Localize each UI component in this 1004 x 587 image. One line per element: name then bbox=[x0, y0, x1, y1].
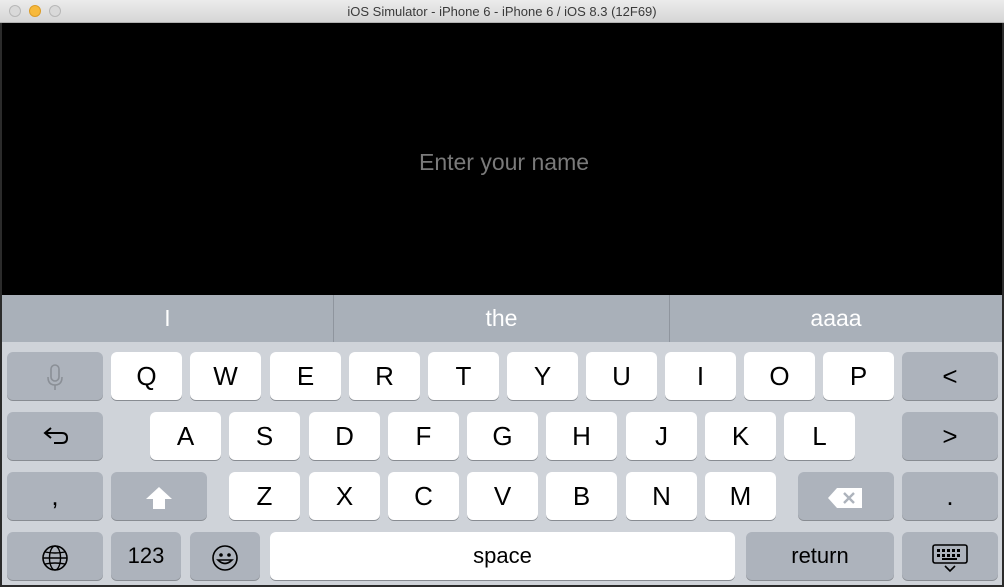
numbers-key[interactable]: 123 bbox=[111, 532, 181, 580]
key-n[interactable]: N bbox=[626, 472, 697, 520]
delete-icon bbox=[828, 488, 862, 509]
emoji-icon bbox=[212, 545, 238, 571]
key-c[interactable]: C bbox=[388, 472, 459, 520]
comma-key[interactable]: , bbox=[7, 472, 103, 520]
suggestion-2[interactable]: the bbox=[334, 295, 670, 342]
key-o[interactable]: O bbox=[744, 352, 815, 400]
delete-key[interactable] bbox=[798, 472, 894, 520]
key-u[interactable]: U bbox=[586, 352, 657, 400]
keyboard-dismiss-icon bbox=[932, 544, 968, 573]
key-j[interactable]: J bbox=[626, 412, 697, 460]
key-y[interactable]: Y bbox=[507, 352, 578, 400]
key-h[interactable]: H bbox=[546, 412, 617, 460]
suggestion-bar: I the aaaa bbox=[2, 295, 1002, 342]
key-p[interactable]: P bbox=[823, 352, 894, 400]
key-l[interactable]: L bbox=[784, 412, 855, 460]
microphone-icon bbox=[47, 364, 63, 391]
key-q[interactable]: Q bbox=[111, 352, 182, 400]
space-key[interactable]: space bbox=[270, 532, 735, 580]
key-x[interactable]: X bbox=[309, 472, 380, 520]
globe-key[interactable] bbox=[7, 532, 103, 580]
emoji-key[interactable] bbox=[190, 532, 260, 580]
key-i[interactable]: I bbox=[665, 352, 736, 400]
name-text-field[interactable] bbox=[2, 148, 1004, 177]
key-r[interactable]: R bbox=[349, 352, 420, 400]
key-z[interactable]: Z bbox=[229, 472, 300, 520]
key-w[interactable]: W bbox=[190, 352, 261, 400]
window-title: iOS Simulator - iPhone 6 - iPhone 6 / iO… bbox=[347, 4, 657, 19]
title-bar: iOS Simulator - iPhone 6 - iPhone 6 / iO… bbox=[0, 0, 1004, 23]
key-s[interactable]: S bbox=[229, 412, 300, 460]
globe-icon bbox=[42, 545, 68, 571]
key-t[interactable]: T bbox=[428, 352, 499, 400]
dictation-key[interactable] bbox=[7, 352, 103, 400]
key-k[interactable]: K bbox=[705, 412, 776, 460]
suggestion-3[interactable]: aaaa bbox=[670, 295, 1002, 342]
simulator-window: iOS Simulator - iPhone 6 - iPhone 6 / iO… bbox=[0, 0, 1004, 587]
return-key[interactable]: return bbox=[746, 532, 894, 580]
key-v[interactable]: V bbox=[467, 472, 538, 520]
cursor-left-key[interactable]: < bbox=[902, 352, 998, 400]
undo-icon bbox=[43, 427, 69, 445]
key-e[interactable]: E bbox=[270, 352, 341, 400]
suggestion-1[interactable]: I bbox=[2, 295, 334, 342]
key-m[interactable]: M bbox=[705, 472, 776, 520]
ios-keyboard: I the aaaa Q W E R T Y U I O P < A S D F… bbox=[2, 295, 1002, 585]
key-d[interactable]: D bbox=[309, 412, 380, 460]
shift-key[interactable] bbox=[111, 472, 207, 520]
key-b[interactable]: B bbox=[546, 472, 617, 520]
key-a[interactable]: A bbox=[150, 412, 221, 460]
cursor-right-key[interactable]: > bbox=[902, 412, 998, 460]
period-key[interactable]: . bbox=[902, 472, 998, 520]
dismiss-keyboard-key[interactable] bbox=[902, 532, 998, 580]
key-g[interactable]: G bbox=[467, 412, 538, 460]
key-f[interactable]: F bbox=[388, 412, 459, 460]
undo-key[interactable] bbox=[7, 412, 103, 460]
shift-icon bbox=[146, 487, 172, 510]
